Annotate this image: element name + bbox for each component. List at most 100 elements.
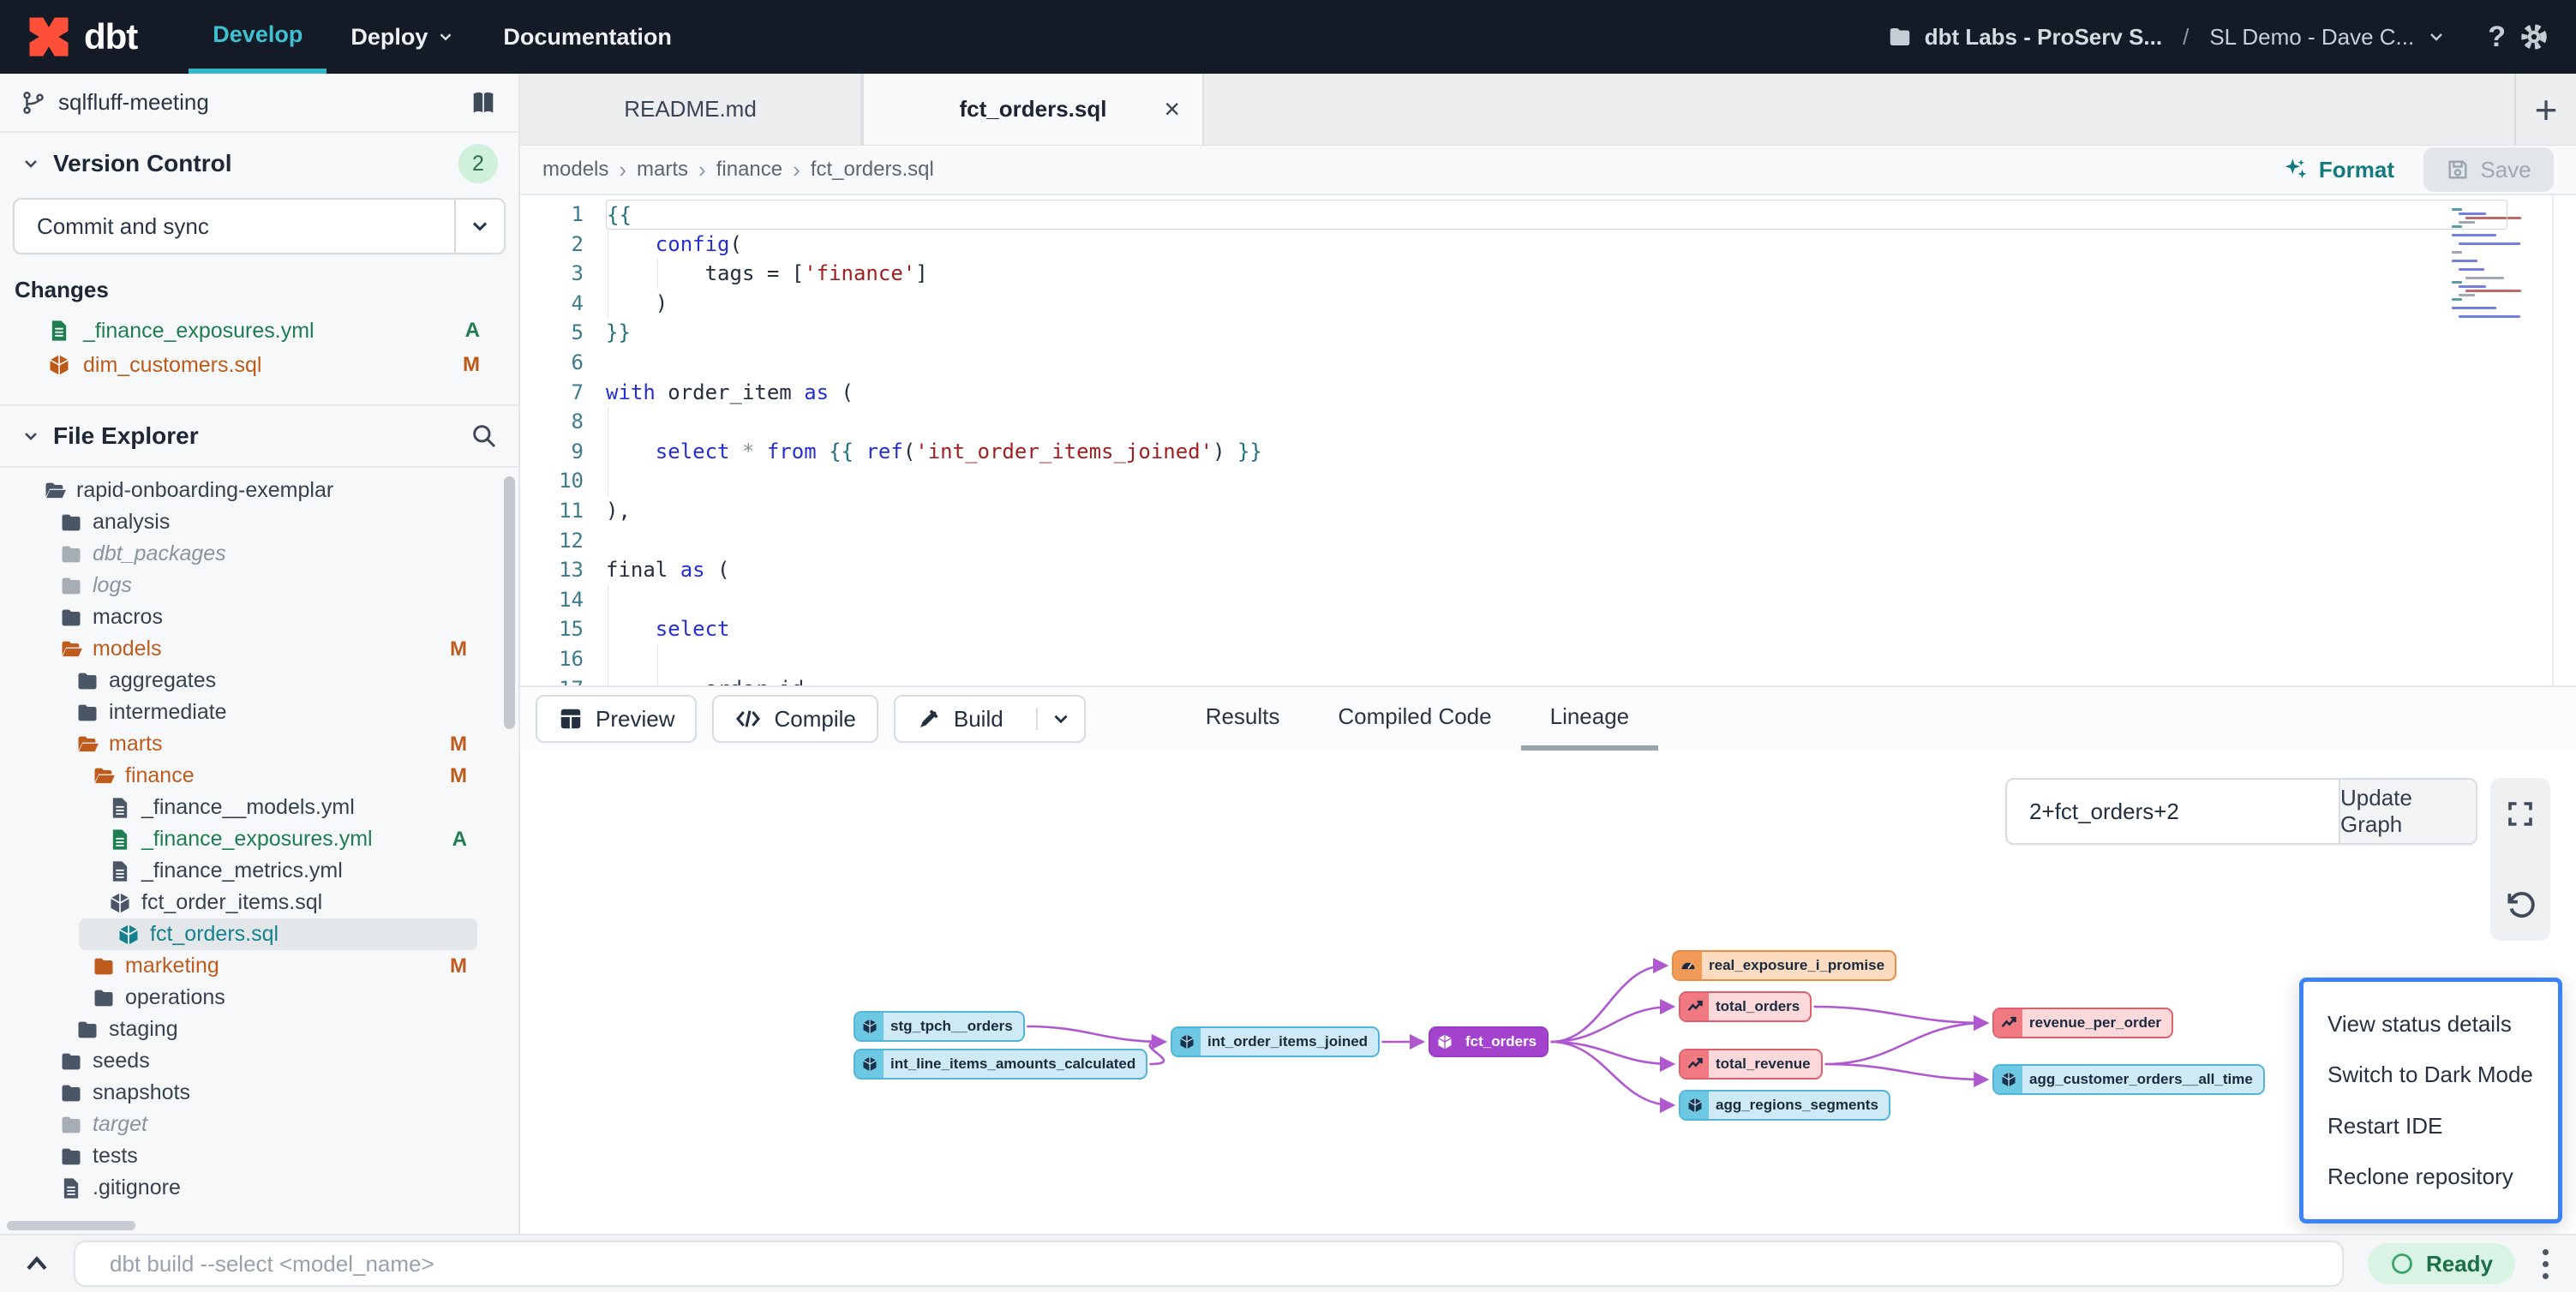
gear-icon[interactable]: [2518, 21, 2550, 53]
search-icon[interactable]: [470, 422, 498, 450]
tree-item-rapid-onboarding-exemplar[interactable]: rapid-onboarding-exemplar: [0, 475, 518, 506]
code-line[interactable]: 9 select * from {{ ref('int_order_items_…: [520, 437, 2576, 467]
lineage-node-real_exposure_i_promise[interactable]: real_exposure_i_promise: [1672, 950, 1896, 981]
code-line[interactable]: 6: [520, 348, 2576, 378]
code-line[interactable]: 5}}: [520, 318, 2576, 348]
code-line[interactable]: 1{{: [520, 200, 2576, 230]
dbt-logo[interactable]: dbt: [26, 0, 137, 74]
code-line[interactable]: 15 select: [520, 614, 2576, 644]
code-line[interactable]: 8: [520, 407, 2576, 437]
code-line[interactable]: 4 ): [520, 289, 2576, 319]
chevron-up-icon[interactable]: [22, 1249, 51, 1278]
code-line[interactable]: 3 tags = ['finance']: [520, 259, 2576, 289]
build-options-caret[interactable]: [1036, 708, 1084, 730]
code-line[interactable]: 11),: [520, 496, 2576, 526]
code-line[interactable]: 16: [520, 644, 2576, 674]
chevron-down-icon[interactable]: [2426, 27, 2447, 47]
vertical-scrollbar[interactable]: [504, 476, 515, 729]
lineage-node-total_revenue[interactable]: total_revenue: [1679, 1049, 1823, 1080]
lineage-node-agg_regions_segments[interactable]: agg_regions_segments: [1679, 1090, 1890, 1121]
code-line[interactable]: 7with order_item as (: [520, 378, 2576, 408]
tree-item-finance[interactable]: financeM: [0, 760, 518, 792]
tree-item-fct_order_items.sql[interactable]: fct_order_items.sql: [0, 887, 518, 918]
lineage-node-total_orders[interactable]: total_orders: [1679, 991, 1812, 1022]
code-line[interactable]: 2 config(: [520, 230, 2576, 260]
help-icon[interactable]: ?: [2488, 21, 2506, 54]
tree-item-logs[interactable]: logs: [0, 570, 518, 601]
nav-deploy[interactable]: Deploy: [326, 0, 479, 74]
version-control-header[interactable]: Version Control 2: [0, 133, 518, 194]
lineage-node-stg_tpch__orders[interactable]: stg_tpch__orders: [854, 1011, 1025, 1042]
update-graph-button[interactable]: Update Graph: [2339, 780, 2476, 843]
kebab-menu-icon[interactable]: [2537, 1244, 2554, 1284]
tree-item-.gitignore[interactable]: .gitignore: [0, 1172, 518, 1204]
tab-readme[interactable]: README.md: [520, 74, 862, 145]
build-button-main[interactable]: Build: [896, 697, 1024, 741]
tree-item-marts[interactable]: martsM: [0, 728, 518, 760]
breadcrumb-models[interactable]: models: [542, 158, 608, 182]
tree-item-snapshots[interactable]: snapshots: [0, 1077, 518, 1109]
breadcrumb-finance[interactable]: finance: [716, 158, 782, 182]
breadcrumb-marts[interactable]: marts: [637, 158, 688, 182]
tree-item-tests[interactable]: tests: [0, 1140, 518, 1172]
tab-lineage[interactable]: Lineage: [1521, 687, 1659, 751]
changed-file-row[interactable]: dim_customers.sql M: [13, 348, 506, 382]
branch-row[interactable]: sqlfluff-meeting: [0, 74, 518, 133]
build-button[interactable]: Build: [894, 695, 1086, 743]
new-tab-button[interactable]: +: [2514, 74, 2576, 145]
tree-item-fct_orders.sql[interactable]: fct_orders.sql: [79, 918, 477, 950]
tab-results[interactable]: Results: [1177, 687, 1309, 751]
lineage-node-revenue_per_order[interactable]: revenue_per_order: [1992, 1008, 2173, 1038]
tree-item-_finance__models.yml[interactable]: _finance__models.yml: [0, 792, 518, 823]
tree-item-_finance_metrics.yml[interactable]: _finance_metrics.yml: [0, 855, 518, 887]
menu-item-restart-ide[interactable]: Restart IDE: [2303, 1113, 2558, 1139]
code-editor[interactable]: 1{{2 config(3 tags = ['finance']4 )5}}67…: [520, 195, 2576, 685]
save-button[interactable]: Save: [2423, 147, 2554, 192]
command-input[interactable]: [74, 1241, 2344, 1287]
tree-item-target[interactable]: target: [0, 1109, 518, 1140]
tab-compiled-code[interactable]: Compiled Code: [1309, 687, 1520, 751]
docs-book-icon[interactable]: [469, 88, 498, 117]
menu-item-view-status-details[interactable]: View status details: [2303, 1011, 2558, 1038]
commit-options-caret[interactable]: [454, 200, 504, 253]
reset-view-icon[interactable]: [2504, 888, 2537, 920]
code-line[interactable]: 10: [520, 466, 2576, 496]
file-explorer-header[interactable]: File Explorer: [0, 406, 518, 468]
fullscreen-icon[interactable]: [2505, 799, 2536, 829]
tree-item-marketing[interactable]: marketingM: [0, 950, 518, 982]
tree-item-analysis[interactable]: analysis: [0, 506, 518, 538]
tree-item-dbt_packages[interactable]: dbt_packages: [0, 538, 518, 570]
lineage-node-fct_orders[interactable]: fct_orders: [1429, 1026, 1549, 1057]
changed-file-row[interactable]: _finance_exposures.yml A: [13, 314, 506, 348]
tree-item-models[interactable]: modelsM: [0, 633, 518, 665]
nav-develop[interactable]: Develop: [189, 0, 326, 74]
compile-button[interactable]: Compile: [712, 695, 878, 743]
lineage-selector-input[interactable]: [2007, 780, 2339, 843]
code-line[interactable]: 12: [520, 526, 2576, 556]
lineage-node-int_order_items_joined[interactable]: int_order_items_joined: [1171, 1026, 1380, 1057]
horizontal-scrollbar[interactable]: [7, 1221, 135, 1230]
tree-item-macros[interactable]: macros: [0, 601, 518, 633]
commit-and-sync-button[interactable]: Commit and sync: [13, 198, 506, 254]
tree-item-seeds[interactable]: seeds: [0, 1045, 518, 1077]
tab-fct-orders[interactable]: fct_orders.sql ×: [862, 74, 1204, 145]
project-name[interactable]: SL Demo - Dave C...: [2209, 24, 2414, 51]
preview-button[interactable]: Preview: [536, 695, 697, 743]
tree-item-_finance_exposures.yml[interactable]: _finance_exposures.ymlA: [0, 823, 518, 855]
tree-item-aggregates[interactable]: aggregates: [0, 665, 518, 697]
account-name[interactable]: dbt Labs - ProServ S...: [1925, 24, 2162, 51]
lineage-node-agg_customer_orders__all_time[interactable]: agg_customer_orders__all_time: [1992, 1064, 2265, 1095]
menu-item-switch-to-dark-mode[interactable]: Switch to Dark Mode: [2303, 1062, 2558, 1088]
tree-item-intermediate[interactable]: intermediate: [0, 697, 518, 728]
close-icon[interactable]: ×: [1164, 93, 1180, 125]
nav-documentation[interactable]: Documentation: [479, 0, 696, 74]
code-line[interactable]: 17 order_id,: [520, 674, 2576, 686]
format-button[interactable]: Format: [2283, 157, 2394, 183]
tree-item-staging[interactable]: staging: [0, 1014, 518, 1045]
code-line[interactable]: 14: [520, 585, 2576, 615]
code-line[interactable]: 13final as (: [520, 555, 2576, 585]
lineage-node-int_line_items_amounts_calculated[interactable]: int_line_items_amounts_calculated: [854, 1049, 1147, 1080]
lineage-panel[interactable]: Update Graph View status details Switch t…: [520, 751, 2576, 1234]
tree-item-operations[interactable]: operations: [0, 982, 518, 1014]
menu-item-reclone-repository[interactable]: Reclone repository: [2303, 1163, 2558, 1190]
